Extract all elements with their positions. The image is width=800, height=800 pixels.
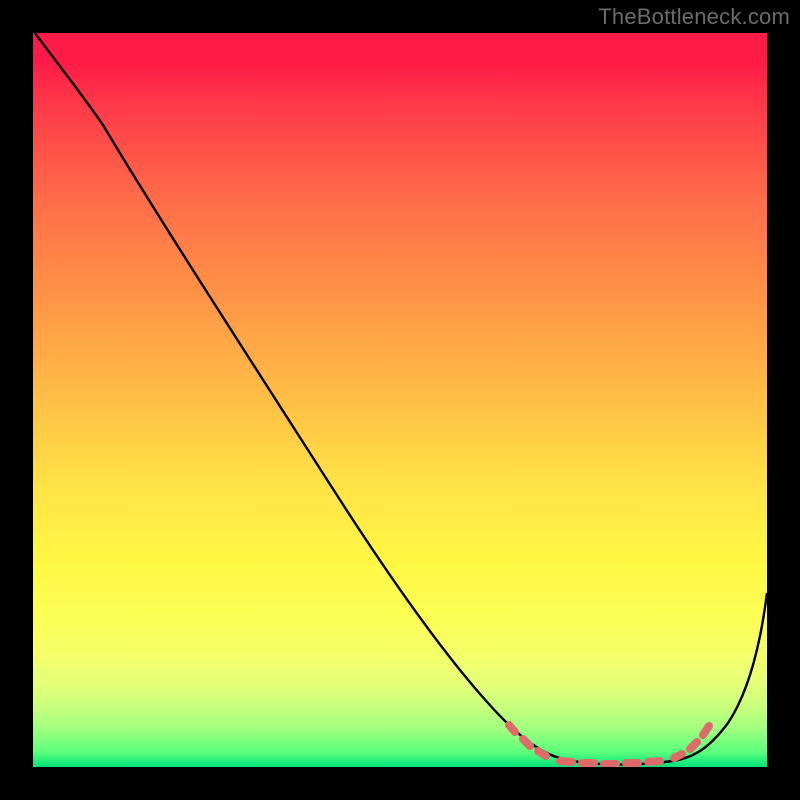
curve-path xyxy=(35,33,767,765)
optimal-zone-markers xyxy=(509,725,709,764)
bottleneck-curve xyxy=(33,33,767,767)
plot-area xyxy=(33,33,767,767)
chart-frame: TheBottleneck.com xyxy=(0,0,800,800)
watermark-text: TheBottleneck.com xyxy=(598,4,790,30)
